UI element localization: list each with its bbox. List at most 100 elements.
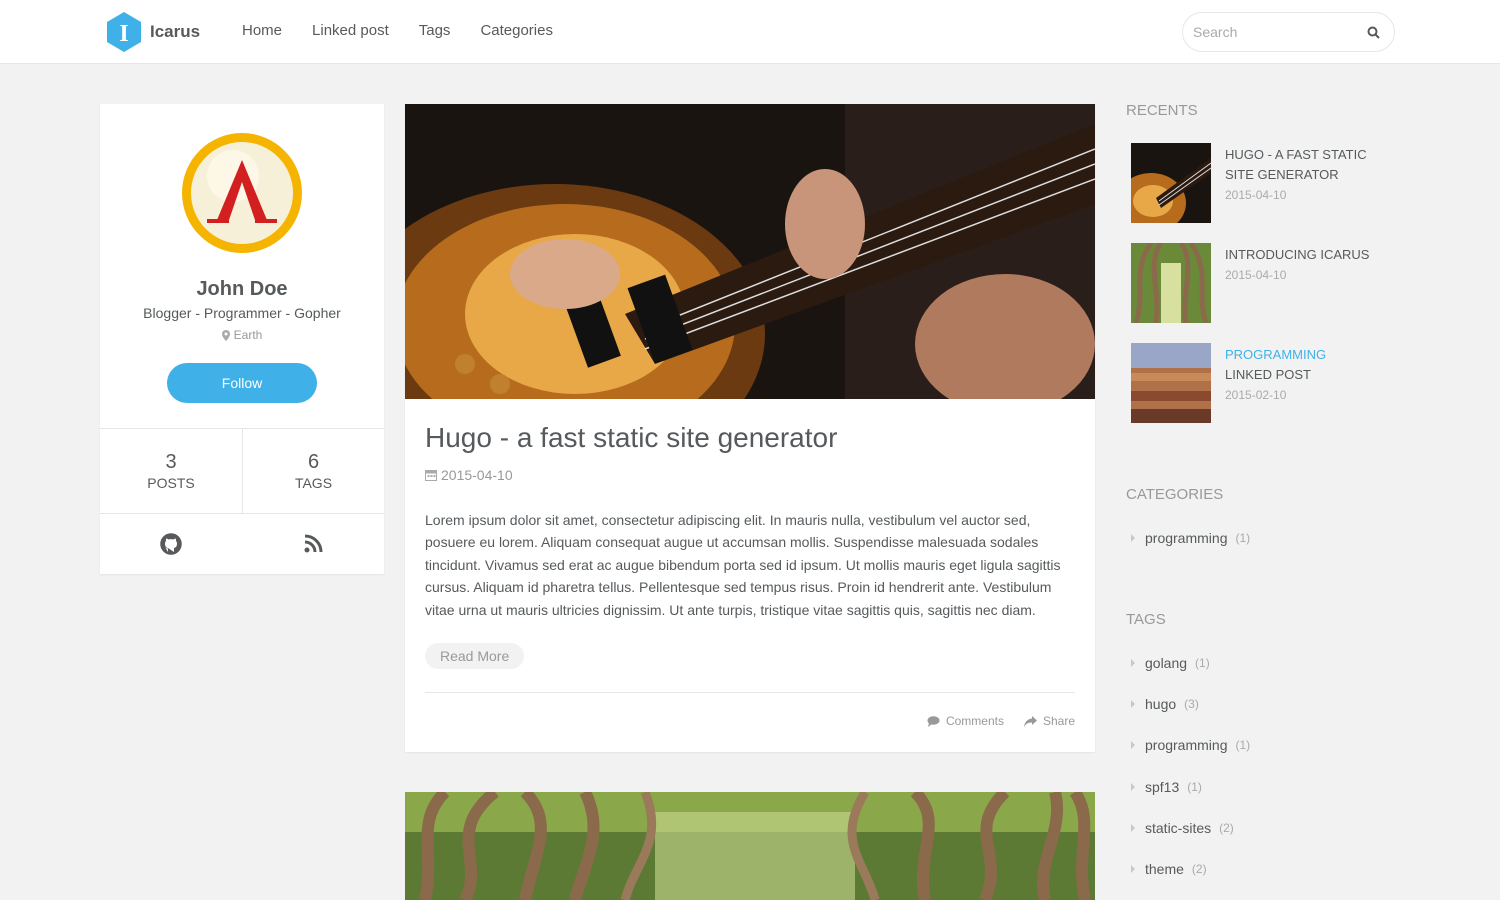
site-logo[interactable]: I Icarus [106, 11, 200, 53]
tags-stat[interactable]: 6 Tags [242, 429, 384, 513]
profile-name: John Doe [196, 278, 288, 300]
recent-date: 2015-04-10 [1225, 268, 1287, 282]
recent-category[interactable]: Programming [1225, 345, 1395, 365]
recent-thumbnail[interactable] [1131, 243, 1211, 323]
tag-item[interactable]: hugo (3) [1131, 683, 1391, 724]
posts-stat[interactable]: 3 Posts [100, 429, 242, 513]
profile-location: Earth [100, 328, 384, 342]
guitar-thumbnail-image [1131, 143, 1211, 223]
tag-count: (1) [1187, 779, 1202, 794]
tag-item[interactable]: spf13 (1) [1131, 766, 1391, 807]
recent-post-2[interactable]: Introducing Icarus 2015-04-10 [1131, 243, 1391, 323]
tag-name: theme [1145, 861, 1184, 878]
nav-tags[interactable]: Tags [419, 22, 451, 39]
recent-date: 2015-04-10 [1225, 188, 1287, 202]
caret-right-icon [1131, 782, 1135, 791]
recent-thumbnail[interactable] [1131, 143, 1211, 223]
nav-home[interactable]: Home [242, 22, 282, 39]
calendar-icon [425, 470, 437, 481]
github-link[interactable] [100, 514, 242, 574]
tag-item[interactable]: golang (1) [1131, 642, 1391, 683]
tag-name: spf13 [1145, 778, 1180, 795]
avatar [182, 133, 302, 253]
recent-title[interactable]: Linked post [1225, 365, 1395, 385]
article-excerpt: Lorem ipsum dolor sit amet, consectetur … [425, 512, 1061, 618]
follow-button[interactable]: Follow [167, 363, 317, 403]
category-item[interactable]: programming (1) [1131, 517, 1391, 558]
map-marker-icon [221, 329, 230, 341]
tag-name: golang [1145, 654, 1188, 671]
guitar-image [405, 104, 1095, 399]
tag-item[interactable]: theme (2) [1131, 848, 1391, 889]
tag-name: hugo [1145, 695, 1177, 712]
tag-count: (3) [1184, 696, 1199, 711]
posts-count: 3 [165, 451, 177, 473]
tags-list: golang (1) hugo (3) programming (1) spf1… [1131, 642, 1391, 890]
share-label: Share [1042, 714, 1075, 728]
top-header: I Icarus Home Linked post Tags Categorie… [0, 0, 1500, 64]
profile-stats: 3 Posts 6 Tags [100, 428, 384, 514]
recent-info: Programming Linked post 2015-02-10 [1225, 345, 1395, 405]
tags-count: 6 [307, 451, 320, 473]
tags-heading: Tags [1126, 611, 1166, 628]
main-nav: Home Linked post Tags Categories [242, 22, 553, 39]
comment-icon [927, 715, 940, 727]
caret-right-icon [1131, 865, 1135, 874]
recents-heading: Recents [1126, 102, 1198, 119]
article-card: Hugo - a fast static site generator 2015… [405, 104, 1095, 752]
categories-heading: Categories [1126, 486, 1224, 503]
article-divider [425, 692, 1075, 693]
nav-categories[interactable]: Categories [480, 22, 553, 39]
article-title[interactable]: Hugo - a fast static site generator [425, 422, 837, 454]
search-icon[interactable] [1367, 26, 1380, 39]
search-input[interactable] [1193, 21, 1363, 43]
search-box [1182, 12, 1395, 52]
tag-item[interactable]: programming (1) [1131, 725, 1391, 766]
category-count: (1) [1235, 530, 1251, 545]
rss-link[interactable] [242, 514, 384, 574]
caret-right-icon [1131, 823, 1135, 832]
trees-image [405, 792, 1095, 900]
recent-title[interactable]: Hugo - a fast static site generator [1225, 145, 1395, 185]
tag-count: (1) [1235, 738, 1251, 753]
article-actions: Comments Share [927, 714, 1075, 728]
caret-right-icon [1131, 699, 1135, 708]
recent-date: 2015-02-10 [1225, 388, 1287, 402]
comments-label: Comments [945, 714, 1004, 728]
recent-thumbnail[interactable] [1131, 343, 1211, 423]
share-link[interactable]: Share [1023, 714, 1075, 728]
categories-list: programming (1) [1131, 517, 1391, 558]
site-name: Icarus [150, 22, 201, 41]
tag-count: (1) [1195, 655, 1210, 670]
article-cover-image[interactable] [405, 104, 1095, 399]
recent-title[interactable]: Introducing Icarus [1225, 245, 1395, 265]
caret-right-icon [1131, 741, 1135, 750]
svg-text:I: I [119, 21, 128, 47]
category-name: programming [1145, 529, 1228, 546]
tag-count: (2) [1219, 820, 1234, 835]
tags-label: Tags [294, 475, 333, 491]
read-more-button[interactable]: Read More [425, 643, 525, 669]
tag-item[interactable]: static-sites (2) [1131, 807, 1391, 848]
nav-linked-post[interactable]: Linked post [312, 22, 389, 39]
canyon-thumbnail-image [1131, 343, 1211, 423]
recent-post-1[interactable]: Hugo - a fast static site generator 2015… [1131, 143, 1391, 223]
tag-name: static-sites [1145, 819, 1212, 836]
rss-icon [304, 534, 323, 553]
logo-hexagon-icon: I [107, 12, 141, 52]
location-text: Earth [233, 328, 263, 342]
tag-count: (2) [1191, 862, 1207, 877]
posts-label: Posts [147, 475, 195, 491]
profile-title: Blogger - Programmer - Gopher [143, 305, 341, 321]
comments-link[interactable]: Comments [927, 714, 1004, 728]
second-article-cover-image[interactable] [405, 792, 1095, 900]
recent-post-3[interactable]: Programming Linked post 2015-02-10 [1131, 343, 1391, 423]
caret-right-icon [1131, 533, 1135, 542]
recent-info: Introducing Icarus 2015-04-10 [1225, 245, 1395, 285]
recent-info: Hugo - a fast static site generator 2015… [1225, 145, 1395, 205]
trees-thumbnail-image [1131, 243, 1211, 323]
article-date: 2015-04-10 [425, 467, 513, 483]
social-links [100, 514, 384, 574]
tag-name: programming [1145, 737, 1228, 754]
article-date-text: 2015-04-10 [441, 467, 513, 483]
